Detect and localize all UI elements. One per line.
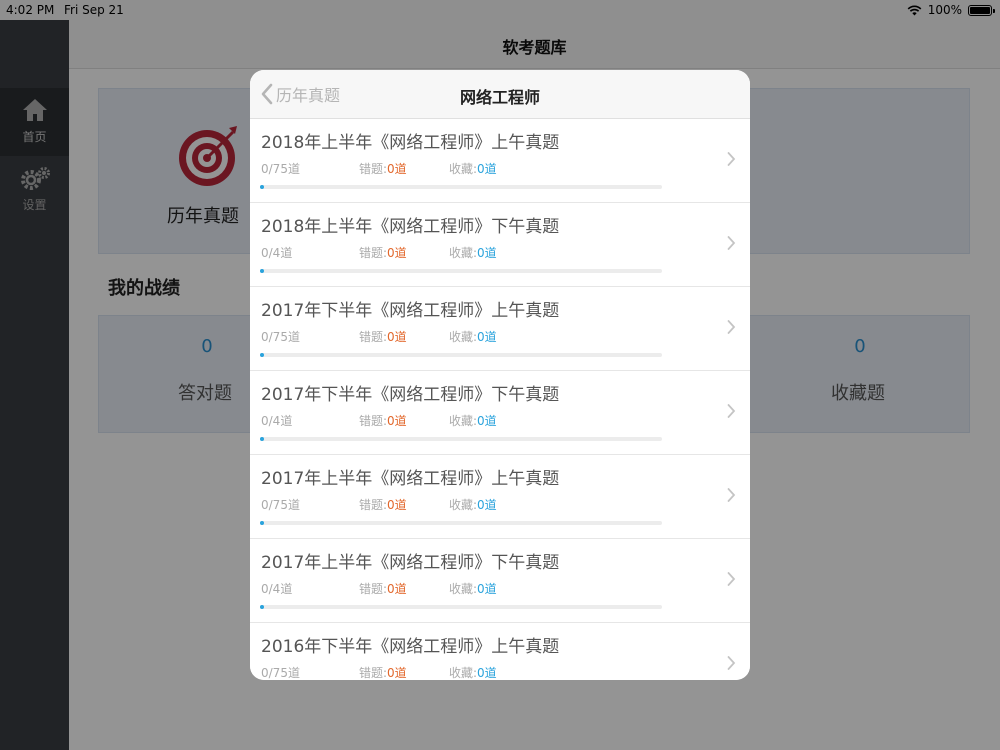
favorite-count: 收藏:0道 (449, 330, 497, 344)
exam-title: 2018年上半年《网络工程师》下午真题 (261, 217, 560, 237)
list-item[interactable]: 2017年下半年《网络工程师》下午真题 0/4道 错题:0道 收藏:0道 (250, 371, 750, 455)
favorite-count: 收藏:0道 (449, 246, 497, 260)
list-item[interactable]: 2017年上半年《网络工程师》下午真题 0/4道 错题:0道 收藏:0道 (250, 539, 750, 623)
exam-title: 2017年上半年《网络工程师》下午真题 (261, 553, 560, 573)
progress-bar (260, 185, 662, 189)
list-item[interactable]: 2018年上半年《网络工程师》上午真题 0/75道 错题:0道 收藏:0道 (250, 119, 750, 203)
exam-progress: 0/75道 (261, 666, 300, 680)
favorite-count: 收藏:0道 (449, 498, 497, 512)
exam-progress: 0/4道 (261, 582, 293, 596)
wrong-count: 错题:0道 (359, 666, 407, 680)
modal-header: 历年真题 网络工程师 (250, 70, 750, 119)
exam-list-modal: 历年真题 网络工程师 2018年上半年《网络工程师》上午真题 0/75道 错题:… (250, 70, 750, 680)
progress-bar (260, 269, 662, 273)
chevron-right-icon (727, 656, 736, 670)
progress-bar (260, 521, 662, 525)
chevron-right-icon (727, 404, 736, 418)
progress-bar (260, 353, 662, 357)
back-button[interactable]: 历年真题 (260, 81, 340, 107)
exam-progress: 0/75道 (261, 162, 300, 176)
exam-title: 2017年下半年《网络工程师》上午真题 (261, 301, 560, 321)
wrong-count: 错题:0道 (359, 246, 407, 260)
list-item[interactable]: 2017年下半年《网络工程师》上午真题 0/75道 错题:0道 收藏:0道 (250, 287, 750, 371)
exam-title: 2018年上半年《网络工程师》上午真题 (261, 133, 560, 153)
exam-list[interactable]: 2018年上半年《网络工程师》上午真题 0/75道 错题:0道 收藏:0道 20… (250, 119, 750, 680)
list-item[interactable]: 2017年上半年《网络工程师》上午真题 0/75道 错题:0道 收藏:0道 (250, 455, 750, 539)
favorite-count: 收藏:0道 (449, 666, 497, 680)
favorite-count: 收藏:0道 (449, 582, 497, 596)
favorite-count: 收藏:0道 (449, 162, 497, 176)
chevron-left-icon (261, 83, 273, 105)
wrong-count: 错题:0道 (359, 330, 407, 344)
exam-title: 2017年上半年《网络工程师》上午真题 (261, 469, 560, 489)
back-button-label: 历年真题 (276, 86, 341, 105)
chevron-right-icon (727, 572, 736, 586)
chevron-right-icon (727, 320, 736, 334)
favorite-count: 收藏:0道 (449, 414, 497, 428)
exam-title: 2016年下半年《网络工程师》上午真题 (261, 637, 560, 657)
exam-progress: 0/4道 (261, 414, 293, 428)
list-item[interactable]: 2018年上半年《网络工程师》下午真题 0/4道 错题:0道 收藏:0道 (250, 203, 750, 287)
wrong-count: 错题:0道 (359, 582, 407, 596)
exam-progress: 0/4道 (261, 246, 293, 260)
wrong-count: 错题:0道 (359, 414, 407, 428)
exam-progress: 0/75道 (261, 498, 300, 512)
exam-title: 2017年下半年《网络工程师》下午真题 (261, 385, 560, 405)
chevron-right-icon (727, 152, 736, 166)
progress-bar (260, 605, 662, 609)
wrong-count: 错题:0道 (359, 498, 407, 512)
progress-bar (260, 437, 662, 441)
list-item[interactable]: 2016年下半年《网络工程师》上午真题 0/75道 错题:0道 收藏:0道 (250, 623, 750, 680)
chevron-right-icon (727, 236, 736, 250)
chevron-right-icon (727, 488, 736, 502)
wrong-count: 错题:0道 (359, 162, 407, 176)
exam-progress: 0/75道 (261, 330, 300, 344)
